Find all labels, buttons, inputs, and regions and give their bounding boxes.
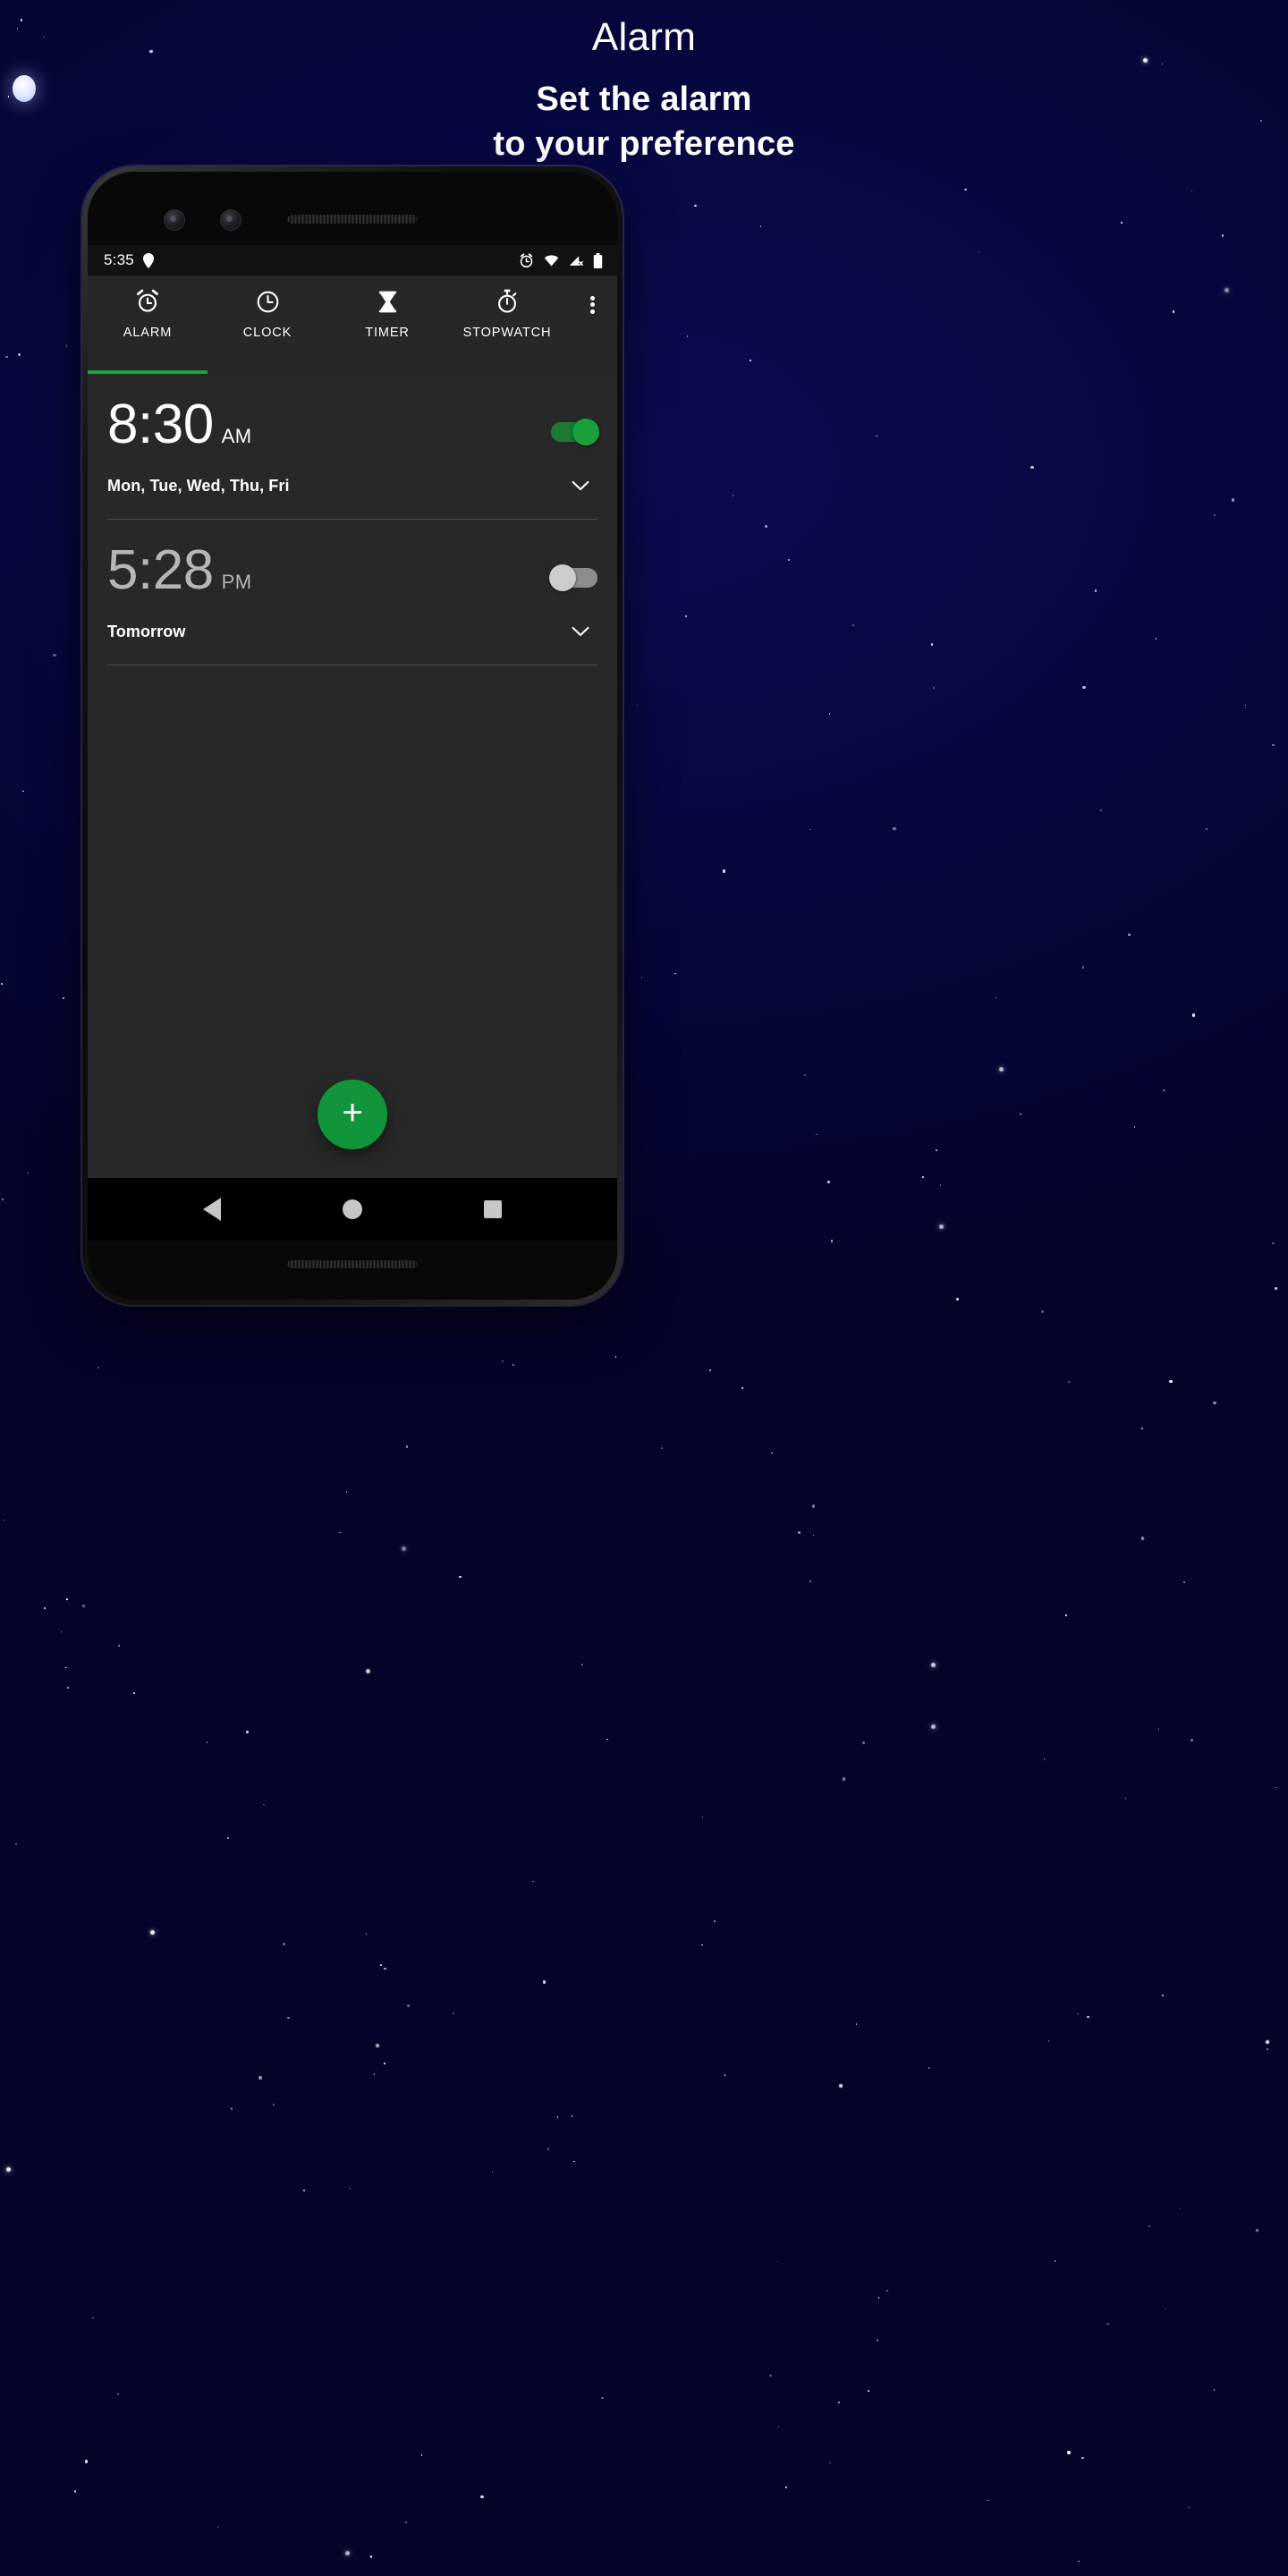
nav-back-button[interactable]: [188, 1185, 236, 1233]
alarm-time-value: 8:30: [107, 394, 214, 455]
home-circle-icon: [342, 1199, 362, 1219]
status-bar-left: 5:35: [104, 251, 155, 269]
front-camera-secondary-icon: [220, 209, 242, 231]
subtitle-line-1: Set the alarm: [536, 80, 752, 118]
alarm-enable-toggle[interactable]: [551, 419, 599, 445]
page-subtitle: Set the alarm to your preference: [0, 77, 1288, 166]
nav-recents-button[interactable]: [469, 1185, 517, 1233]
status-bar-right: [519, 252, 603, 268]
tab-stopwatch[interactable]: STOPWATCH: [447, 275, 567, 374]
front-camera-icon: [164, 209, 185, 231]
phone-bottom-bezel: [88, 1241, 617, 1300]
status-bar-clock: 5:35: [104, 251, 134, 268]
chevron-down-icon[interactable]: [569, 474, 592, 497]
tab-alarm-label: ALARM: [123, 326, 173, 340]
back-triangle-icon: [202, 1198, 221, 1221]
phone-top-bezel: [88, 172, 617, 245]
header: Alarm Set the alarm to your preference: [0, 0, 1288, 166]
alarm-time-row: 8:30 AM: [107, 374, 599, 454]
more-vertical-icon[interactable]: [567, 275, 617, 374]
tab-timer-label: TIMER: [365, 326, 410, 340]
alarm-item[interactable]: 5:28 PM Tomorrow: [88, 520, 617, 665]
tab-clock-label: CLOCK: [242, 326, 292, 340]
tab-clock[interactable]: CLOCK: [208, 275, 327, 374]
battery-full-icon: [593, 252, 603, 268]
alarm-time-value: 5:28: [107, 539, 214, 601]
alarm-list: 8:30 AM Mon, Tue, Wed, Thu, Fri 5:28 PM …: [88, 374, 617, 1178]
android-navigation-bar: [88, 1178, 617, 1241]
alarm-time[interactable]: 8:30 AM: [107, 397, 251, 453]
earpiece-grille: [287, 215, 418, 224]
alarm-schedule-label: Mon, Tue, Wed, Thu, Fri: [107, 476, 290, 495]
phone-mockup: 5:35 ALARM CLOCK TIMER STOPWATCH 8:30 AM…: [82, 166, 623, 1305]
page-title: Alarm: [591, 15, 697, 59]
status-bar: 5:35: [88, 245, 617, 275]
wifi-icon: [544, 254, 559, 267]
hourglass-icon: [377, 288, 399, 315]
alarm-schedule-row: Tomorrow: [107, 600, 597, 665]
alarm-schedule-label: Tomorrow: [107, 622, 186, 640]
phone-screen: 5:35 ALARM CLOCK TIMER STOPWATCH 8:30 AM…: [88, 245, 617, 1241]
tab-alarm[interactable]: ALARM: [88, 275, 208, 374]
alarm-clock-icon: [135, 288, 160, 315]
alarm-enable-toggle[interactable]: [549, 564, 597, 591]
alarm-item[interactable]: 8:30 AM Mon, Tue, Wed, Thu, Fri: [88, 374, 617, 519]
alarm-set-icon: [520, 252, 533, 267]
plus-icon: +: [342, 1093, 363, 1132]
clock-icon: [256, 288, 280, 315]
tab-list: ALARM CLOCK TIMER STOPWATCH: [88, 275, 567, 374]
cellular-no-sim-icon: [569, 255, 583, 266]
speaker-grille: [287, 1260, 418, 1268]
alarm-time-meridiem: AM: [221, 425, 252, 447]
tab-bar: ALARM CLOCK TIMER STOPWATCH: [88, 275, 617, 374]
alarm-time[interactable]: 5:28 PM: [107, 543, 251, 598]
alarm-time-meridiem: PM: [221, 571, 252, 593]
chevron-down-icon[interactable]: [569, 620, 592, 643]
tab-timer[interactable]: TIMER: [327, 275, 447, 374]
recents-square-icon: [484, 1200, 503, 1218]
phone-inner-bezel: 5:35 ALARM CLOCK TIMER STOPWATCH 8:30 AM…: [88, 172, 617, 1300]
subtitle-line-2: to your preference: [493, 125, 795, 163]
alarm-schedule-row: Mon, Tue, Wed, Thu, Fri: [107, 454, 597, 519]
nav-home-button[interactable]: [328, 1185, 377, 1233]
page-root: Alarm Set the alarm to your preference 5…: [0, 0, 1288, 2576]
tab-stopwatch-label: STOPWATCH: [462, 326, 552, 340]
stopwatch-icon: [496, 288, 519, 315]
add-alarm-button[interactable]: +: [318, 1080, 387, 1149]
location-pin-icon: [142, 252, 154, 268]
alarm-time-row: 5:28 PM: [107, 520, 597, 600]
